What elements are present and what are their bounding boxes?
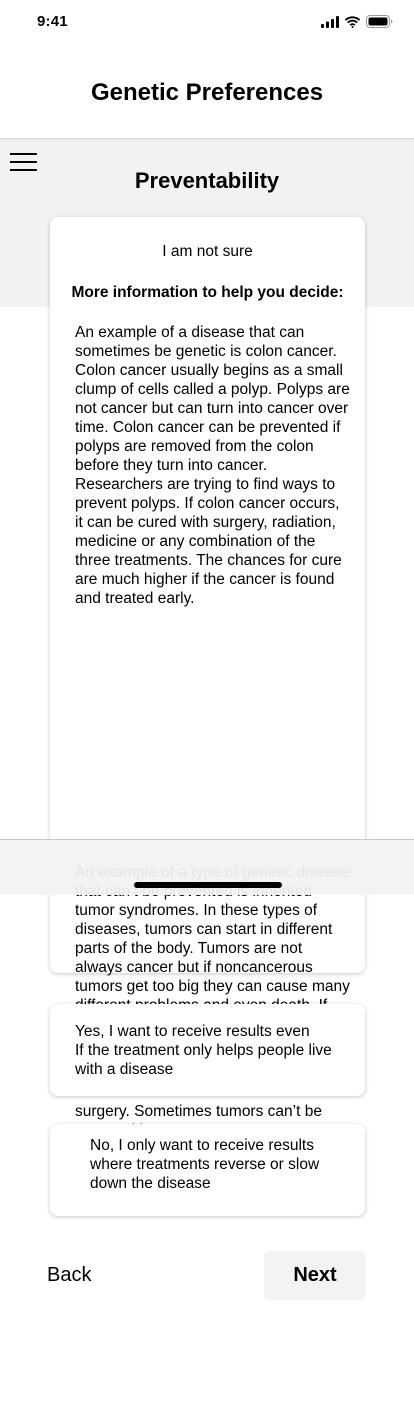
option-no-label: No, I only want to receive results where… xyxy=(90,1137,320,1192)
option-yes-card[interactable]: Yes, I want to receive results even If t… xyxy=(50,1004,365,1096)
status-time: 9:41 xyxy=(37,13,68,30)
back-button[interactable]: Back xyxy=(47,1264,91,1287)
signal-icon xyxy=(321,15,339,28)
wifi-icon xyxy=(344,15,361,28)
page-title: Genetic Preferences xyxy=(90,79,324,106)
option-no-card[interactable]: No, I only want to receive results where… xyxy=(50,1124,365,1216)
scroll-overlay xyxy=(0,839,414,895)
option-yes-line: Yes, I want to receive results even xyxy=(75,1023,310,1040)
status-bar: 9:41 xyxy=(0,0,414,44)
section-title: Preventability xyxy=(134,168,280,193)
option-yes-line: If the treatment only helps people live … xyxy=(75,1042,332,1078)
next-button[interactable]: Next xyxy=(264,1251,366,1300)
status-icons xyxy=(321,15,393,28)
home-indicator xyxy=(134,882,282,888)
nav-header: Genetic Preferences xyxy=(0,44,414,139)
info-heading: More information to help you decide: xyxy=(71,284,344,301)
option-not-sure-label: I am not sure xyxy=(162,243,253,260)
battery-icon xyxy=(366,15,393,28)
info-paragraph: An example of a disease that can sometim… xyxy=(75,324,350,607)
